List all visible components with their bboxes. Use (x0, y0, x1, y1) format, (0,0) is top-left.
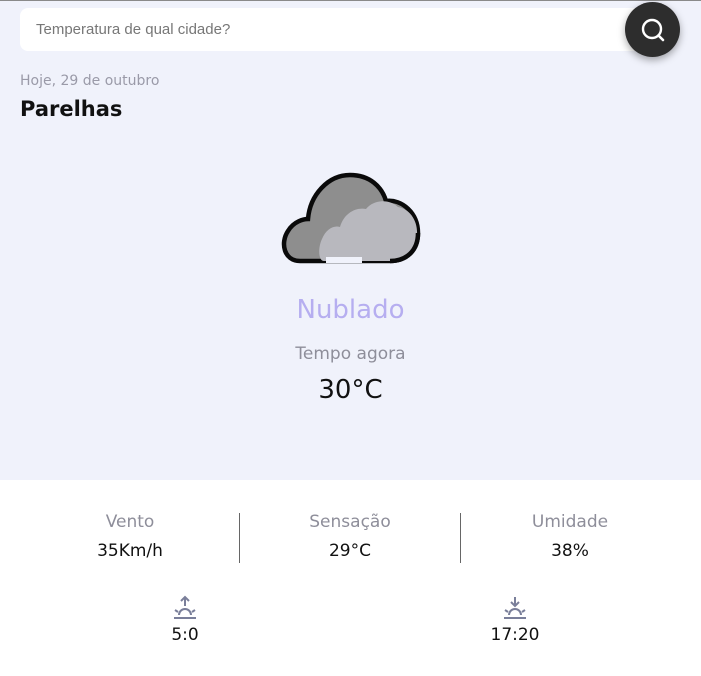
search-input[interactable] (36, 8, 616, 51)
search-button[interactable] (625, 2, 680, 57)
search-icon (641, 18, 664, 41)
cloudy-icon (281, 172, 421, 264)
sunrise-icon (174, 595, 196, 619)
sunset-block: 17:20 (475, 595, 555, 645)
weather-condition: Nublado (296, 295, 405, 325)
current-temperature: 30°C (318, 375, 383, 405)
stat-value: 38% (551, 541, 589, 561)
stat-value: 35Km/h (97, 541, 163, 561)
weather-panel: Hoje, 29 de outubro Parelhas Nublado Tem… (0, 0, 701, 480)
sunrise-time: 5:0 (171, 625, 199, 645)
stat-value: 29°C (328, 541, 371, 561)
stat-feels-like: Sensação 29°C (240, 512, 460, 561)
stat-label: Sensação (309, 512, 391, 532)
sunrise-block: 5:0 (145, 595, 225, 645)
sunset-icon (504, 597, 526, 619)
stat-label: Umidade (531, 512, 609, 532)
now-label: Tempo agora (295, 344, 406, 364)
sunset-time: 17:20 (490, 625, 540, 645)
stat-label: Vento (105, 512, 155, 532)
search-bar (20, 8, 660, 51)
date-label: Hoje, 29 de outubro (20, 73, 160, 89)
stat-humidity: Umidade 38% (460, 512, 680, 561)
city-name: Parelhas (20, 97, 123, 121)
stat-wind: Vento 35Km/h (20, 512, 240, 561)
